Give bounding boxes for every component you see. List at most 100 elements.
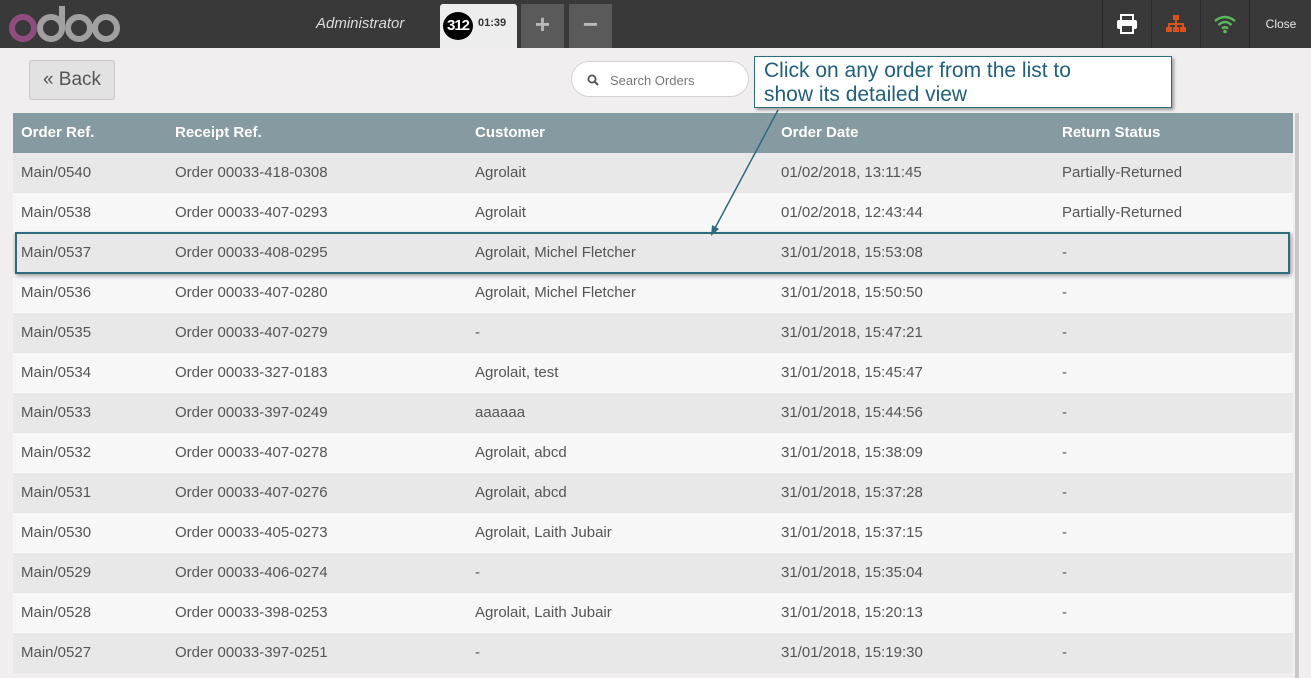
odoo-logo (9, 6, 120, 42)
customer: Agrolait, Michel Fletcher (475, 284, 636, 301)
return-status: - (1062, 404, 1067, 421)
table-row[interactable]: Main/0528 Order 00033-398-0253 Agrolait,… (13, 593, 1293, 633)
print-button[interactable] (1102, 0, 1151, 48)
network-icon (1166, 15, 1186, 32)
add-order-button[interactable]: + (521, 4, 564, 48)
return-status: Partially-Returned (1062, 204, 1183, 221)
search-icon (587, 74, 599, 86)
order-date: 31/01/2018, 15:19:30 (781, 644, 923, 661)
customer: - (475, 564, 480, 581)
customer: Agrolait, Laith Jubair (475, 524, 612, 541)
callout-text: Click on any order from the list to show… (764, 59, 1071, 107)
return-status: - (1062, 324, 1067, 341)
order-ref: Main/0534 (21, 364, 92, 381)
wifi-icon (1214, 15, 1236, 34)
receipt-ref: Order 00033-406-0274 (175, 564, 328, 581)
customer: - (475, 644, 480, 661)
order-date: 31/01/2018, 15:50:50 (781, 284, 923, 301)
return-status: - (1062, 524, 1067, 541)
order-date: 31/01/2018, 15:35:04 (781, 564, 923, 581)
double-chevron-left-icon: « (42, 69, 54, 90)
order-ref: Main/0538 (21, 204, 92, 221)
order-ref: Main/0540 (21, 164, 92, 181)
customer: Agrolait, abcd (475, 444, 567, 461)
table-row[interactable]: Main/0538 Order 00033-407-0293 Agrolait … (13, 193, 1293, 233)
order-ref: Main/0532 (21, 444, 92, 461)
return-status: - (1062, 364, 1067, 381)
receipt-ref: Order 00033-418-0308 (175, 164, 328, 181)
print-icon (1117, 14, 1137, 34)
close-button[interactable]: Close (1249, 0, 1311, 48)
order-tab-selected[interactable]: 312 01:39 (440, 4, 517, 48)
order-date: 31/01/2018, 15:38:09 (781, 444, 923, 461)
receipt-ref: Order 00033-407-0278 (175, 444, 328, 461)
order-ref: Main/0536 (21, 284, 92, 301)
table-row[interactable]: Main/0530 Order 00033-405-0273 Agrolait,… (13, 513, 1293, 553)
return-status: - (1062, 604, 1067, 621)
highlighted-row-outline (15, 232, 1290, 274)
receipt-ref: Order 00033-397-0249 (175, 404, 328, 421)
back-label: Back (58, 69, 102, 90)
order-ref: Main/0533 (21, 404, 92, 421)
table-row[interactable]: Main/0527 Order 00033-397-0251 - 31/01/2… (13, 633, 1293, 673)
order-date: 31/01/2018, 15:47:21 (781, 324, 923, 341)
column-header-return-status: Return Status (1062, 124, 1161, 141)
table-row[interactable]: Main/0534 Order 00033-327-0183 Agrolait,… (13, 353, 1293, 393)
receipt-ref: Order 00033-327-0183 (175, 364, 328, 381)
customer: Agrolait (475, 164, 526, 181)
customer: aaaaaa (475, 404, 526, 421)
scrollbar[interactable] (1295, 113, 1299, 678)
order-ref: Main/0528 (21, 604, 92, 621)
order-date: 31/01/2018, 15:37:28 (781, 484, 923, 501)
table-row[interactable]: Main/0532 Order 00033-407-0278 Agrolait,… (13, 433, 1293, 473)
return-status: Partially-Returned (1062, 164, 1183, 181)
callout-line-2: show its detailed view (764, 83, 968, 106)
return-status: - (1062, 444, 1067, 461)
return-status: - (1062, 484, 1067, 501)
close-label: Close (1265, 17, 1297, 31)
search-orders-input[interactable]: Search Orders (571, 61, 749, 97)
receipt-ref: Order 00033-407-0293 (175, 204, 328, 221)
cashier-name[interactable]: Administrator (316, 15, 404, 32)
receipt-ref: Order 00033-407-0279 (175, 324, 328, 341)
annotation-callout: Click on any order from the list to show… (754, 56, 1172, 108)
table-row[interactable]: Main/0540 Order 00033-418-0308 Agrolait … (13, 153, 1293, 193)
back-button[interactable]: « Back (29, 60, 115, 100)
remove-order-button[interactable]: − (569, 4, 612, 48)
order-date: 31/01/2018, 15:37:15 (781, 524, 923, 541)
order-date: 01/02/2018, 12:43:44 (781, 204, 923, 221)
customer: Agrolait (475, 204, 526, 221)
order-time: 01:39 (478, 17, 507, 29)
table-row[interactable]: Main/0533 Order 00033-397-0249 aaaaaa 31… (13, 393, 1293, 433)
receipt-ref: Order 00033-405-0273 (175, 524, 328, 541)
customer: Agrolait, test (475, 364, 559, 381)
table-row[interactable]: Main/0535 Order 00033-407-0279 - 31/01/2… (13, 313, 1293, 353)
order-ref: Main/0535 (21, 324, 92, 341)
receipt-ref: Order 00033-398-0253 (175, 604, 328, 621)
callout-line-1: Click on any order from the list to (764, 59, 1071, 82)
search-placeholder: Search Orders (610, 73, 695, 88)
receipt-ref: Order 00033-407-0276 (175, 484, 328, 501)
customer: Agrolait, Laith Jubair (475, 604, 612, 621)
order-ref: Main/0530 (21, 524, 92, 541)
return-status: - (1062, 564, 1067, 581)
receipt-ref: Order 00033-397-0251 (175, 644, 328, 661)
column-header-order-date: Order Date (781, 124, 859, 141)
return-status: - (1062, 284, 1067, 301)
order-ref: Main/0529 (21, 564, 92, 581)
orders-table: Order Ref. Receipt Ref. Customer Order D… (13, 113, 1293, 673)
order-date: 01/02/2018, 13:11:45 (781, 164, 922, 181)
table-row[interactable]: Main/0531 Order 00033-407-0276 Agrolait,… (13, 473, 1293, 513)
receipt-ref: Order 00033-407-0280 (175, 284, 328, 301)
order-ref: Main/0527 (21, 644, 92, 661)
proxy-status-button[interactable] (1151, 0, 1200, 48)
order-date: 31/01/2018, 15:44:56 (781, 404, 923, 421)
order-date: 31/01/2018, 15:20:13 (781, 604, 923, 621)
connection-status-button[interactable] (1200, 0, 1249, 48)
return-status: - (1062, 644, 1067, 661)
table-header: Order Ref. Receipt Ref. Customer Order D… (13, 113, 1293, 153)
top-bar: Administrator 312 01:39 + − Close (0, 0, 1311, 48)
table-row[interactable]: Main/0529 Order 00033-406-0274 - 31/01/2… (13, 553, 1293, 593)
order-date: 31/01/2018, 15:45:47 (781, 364, 923, 381)
table-row[interactable]: Main/0536 Order 00033-407-0280 Agrolait,… (13, 273, 1293, 313)
